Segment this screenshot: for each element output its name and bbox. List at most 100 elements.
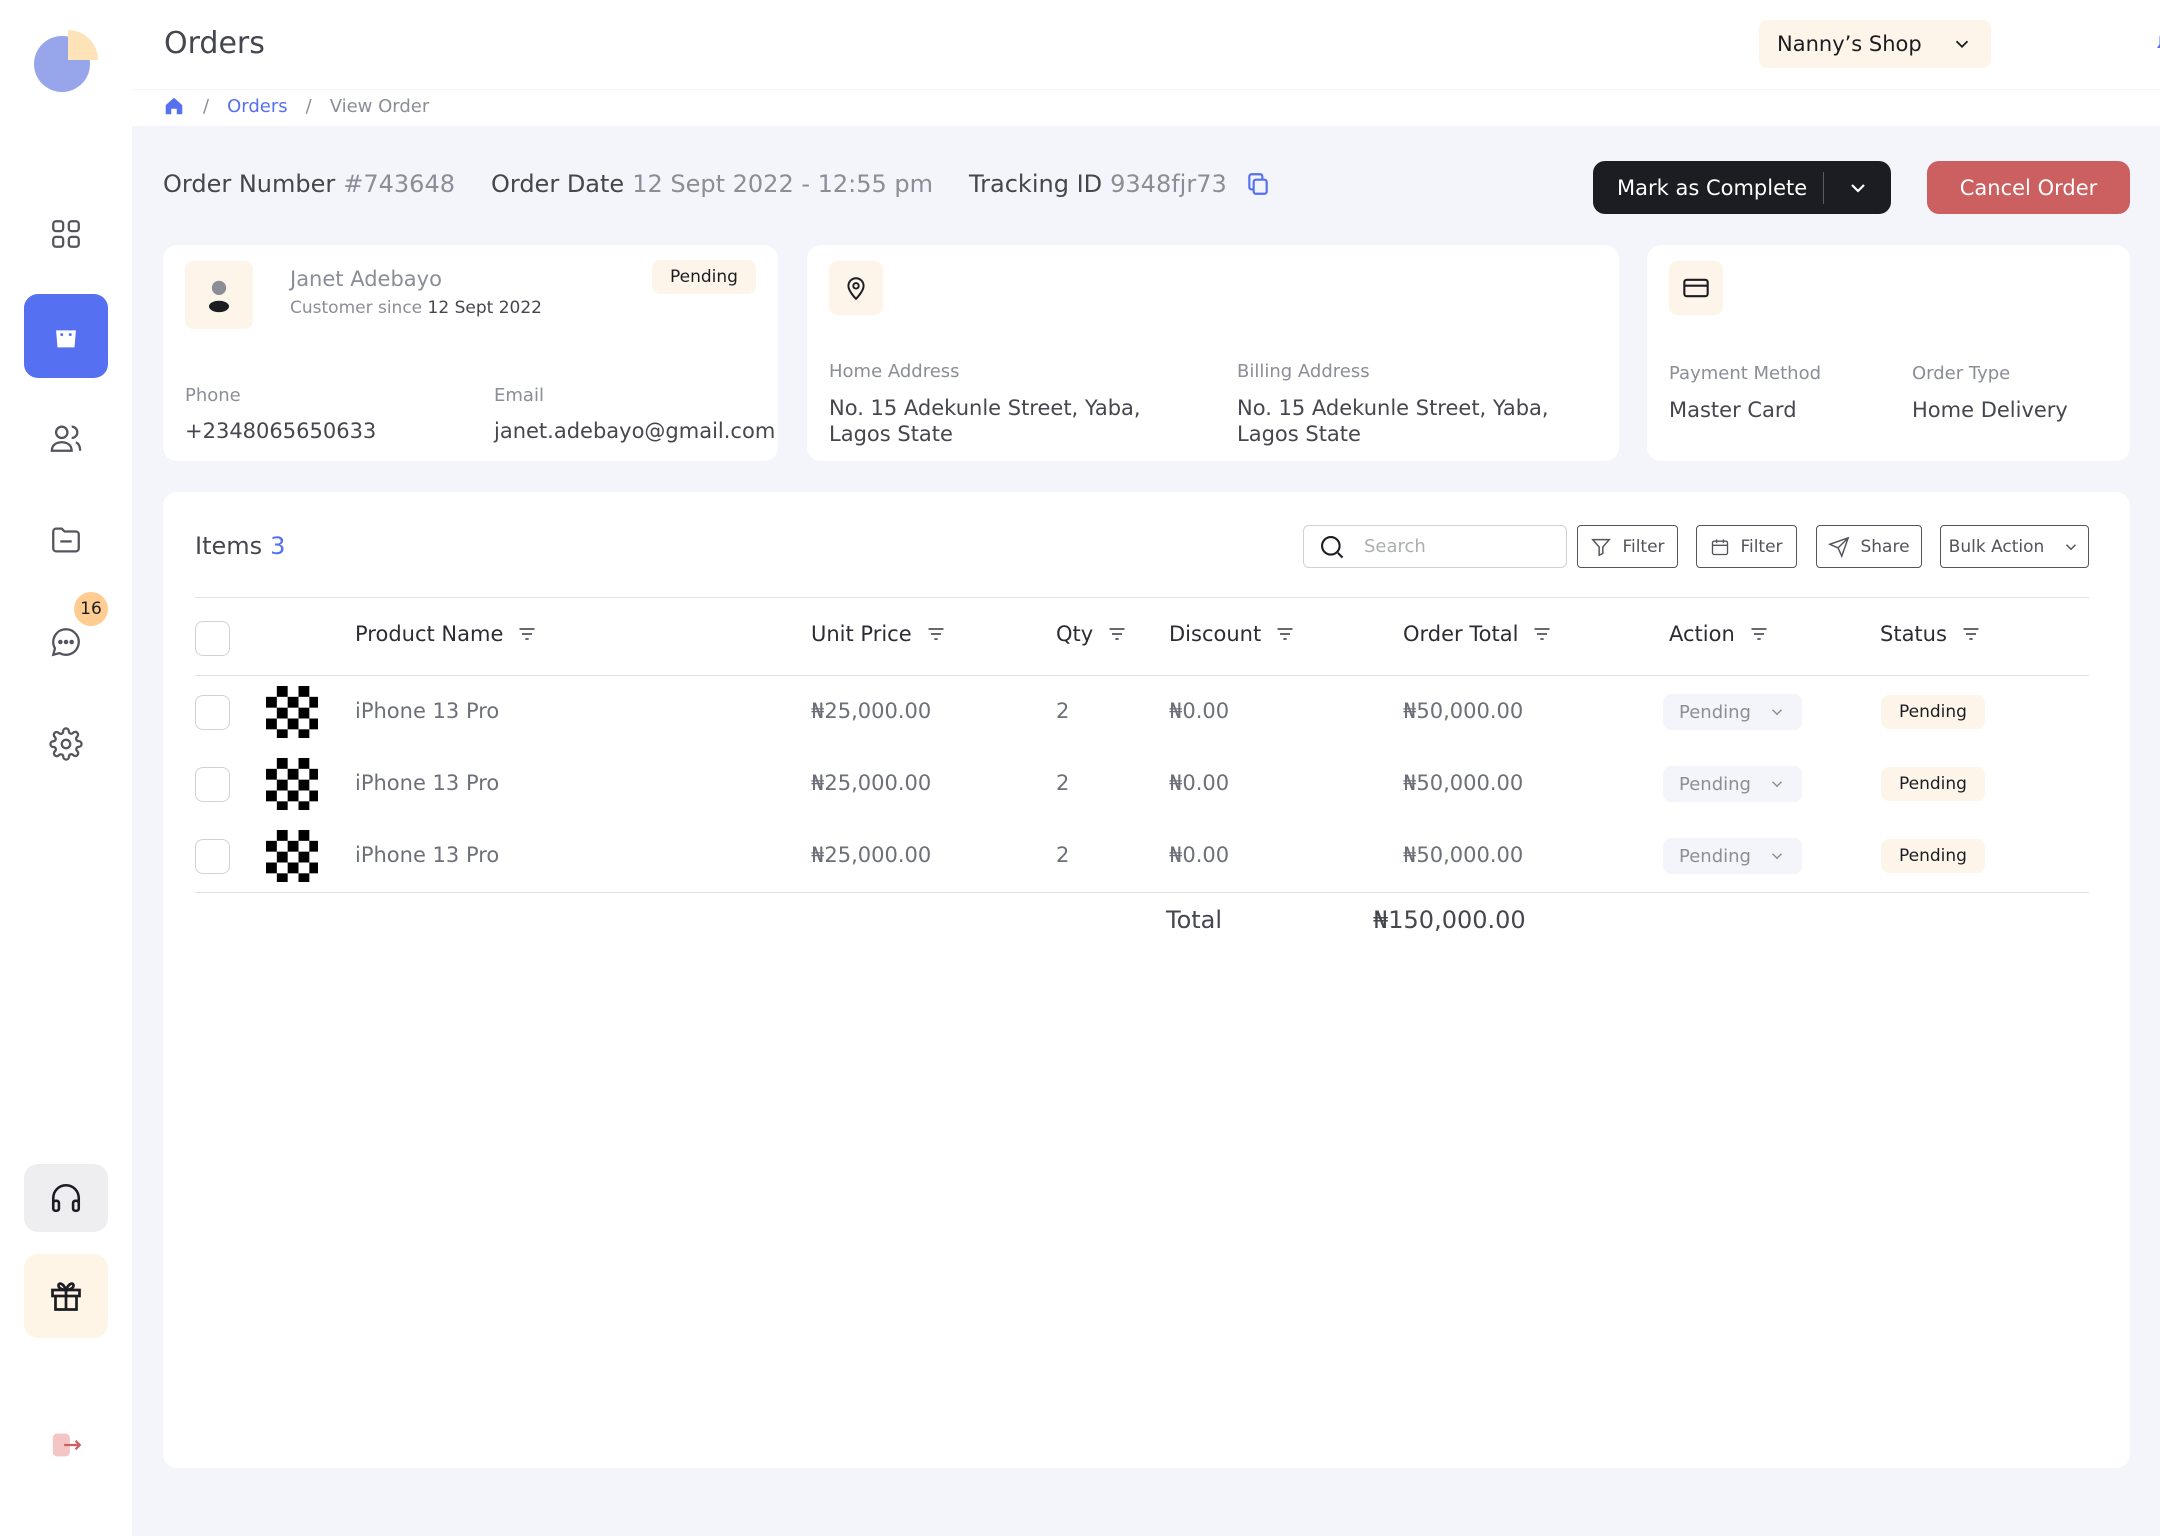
bulk-action-dropdown[interactable]: Bulk Action (1940, 525, 2089, 568)
breadcrumb-separator: / (305, 95, 312, 117)
customer-name: Janet Adebayo (290, 267, 442, 291)
home-address-label: Home Address (829, 361, 960, 382)
home-address-line2: Lagos State (829, 422, 953, 446)
payment-method-label: Payment Method (1669, 363, 1822, 384)
col-label: Order Total (1403, 622, 1519, 646)
action-value: Pending (1679, 701, 1751, 723)
email-value: janet.adebayo@gmail.com (494, 419, 776, 443)
dashboard-grid-icon (52, 220, 80, 248)
gift-button[interactable] (24, 1254, 108, 1338)
sidebar-item-customers[interactable] (24, 396, 108, 480)
address-card: Home Address No. 15 Adekunle Street, Yab… (807, 245, 1619, 461)
items-count: 3 (270, 532, 286, 560)
chevron-down-icon (1955, 40, 1969, 49)
row-checkbox[interactable] (195, 767, 230, 802)
payment-icon-tile (1669, 261, 1723, 315)
col-label: Product Name (355, 622, 504, 646)
mark-complete-dropdown[interactable] (1824, 176, 1891, 200)
support-button[interactable] (24, 1164, 108, 1232)
status-badge: Pending (1881, 695, 1985, 729)
select-all-checkbox[interactable] (195, 621, 230, 656)
sort-icon (1534, 628, 1550, 640)
table-bottom-divider (195, 892, 2089, 893)
shop-name: Nanny’s Shop (1777, 32, 1922, 56)
col-status[interactable]: Status (1880, 622, 1981, 646)
cancel-order-button[interactable]: Cancel Order (1927, 161, 2130, 214)
search-icon (1321, 535, 1344, 558)
search-input[interactable]: Search (1303, 525, 1567, 568)
items-title-label: Items (195, 532, 263, 560)
folder-icon (52, 527, 80, 553)
total-label: Total (1166, 906, 1223, 934)
customer-since: Customer since 12 Sept 2022 (290, 298, 542, 318)
billing-address-label: Billing Address (1237, 361, 1370, 382)
tracking-id-label: Tracking ID (969, 170, 1103, 198)
col-unit-price[interactable]: Unit Price (811, 622, 946, 646)
customer-avatar (185, 261, 253, 329)
notification-bell-icon[interactable] (2152, 28, 2160, 58)
share-button-label: Share (1860, 536, 1910, 557)
credit-card-icon (1683, 278, 1709, 298)
filter-button[interactable]: Filter (1577, 525, 1678, 568)
col-order-total[interactable]: Order Total (1403, 622, 1552, 646)
col-action[interactable]: Action (1669, 622, 1769, 646)
sidebar-item-settings[interactable] (24, 702, 108, 786)
home-icon[interactable] (163, 95, 185, 117)
col-label: Discount (1169, 622, 1262, 646)
settings-gear-icon (49, 727, 83, 761)
sort-icon (1109, 628, 1125, 640)
qty: 2 (1056, 699, 1070, 723)
discount: ₦0.00 (1169, 771, 1230, 795)
order-date: Order Date 12 Sept 2022 - 12:55 pm (491, 170, 933, 198)
gift-icon (51, 1282, 81, 1311)
mark-complete-button[interactable]: Mark as Complete (1593, 161, 1891, 214)
address-icon-tile (829, 261, 883, 315)
order-type-value: Home Delivery (1912, 398, 2068, 422)
sidebar-item-inventory[interactable] (24, 498, 108, 582)
share-button[interactable]: Share (1816, 525, 1922, 568)
col-discount[interactable]: Discount (1169, 622, 1295, 646)
col-label: Action (1669, 622, 1735, 646)
col-qty[interactable]: Qty (1056, 622, 1127, 646)
order-meta: Order Number #743648 Order Date 12 Sept … (163, 170, 1271, 198)
discount: ₦0.00 (1169, 699, 1230, 723)
col-label: Qty (1056, 622, 1094, 646)
row-checkbox[interactable] (195, 695, 230, 730)
app-logo[interactable] (32, 26, 100, 94)
unit-price: ₦25,000.00 (811, 843, 932, 867)
action-select[interactable]: Pending (1663, 838, 1802, 874)
product-name: iPhone 13 Pro (355, 771, 500, 795)
copy-icon[interactable] (1245, 171, 1271, 197)
tracking-id: Tracking ID 9348fjr73 (969, 170, 1271, 198)
row-checkbox[interactable] (195, 839, 230, 874)
sidebar-item-conversations[interactable]: 16 (24, 592, 108, 684)
action-select[interactable]: Pending (1663, 766, 1802, 802)
breadcrumb: / Orders / View Order (163, 95, 429, 117)
calendar-icon (1712, 539, 1729, 555)
sidebar-item-dashboard[interactable] (24, 192, 108, 276)
sort-icon (1277, 628, 1293, 640)
sort-icon (928, 628, 944, 640)
search-placeholder: Search (1364, 536, 1426, 557)
payment-method-value: Master Card (1669, 398, 1797, 422)
order-total: ₦50,000.00 (1403, 843, 1524, 867)
sidebar-item-orders[interactable] (24, 294, 108, 378)
customer-status-badge: Pending (652, 260, 756, 294)
logout-button[interactable] (50, 1428, 84, 1462)
shop-selector[interactable]: Nanny’s Shop (1759, 20, 1991, 68)
mark-complete-label: Mark as Complete (1617, 175, 1808, 200)
send-icon (1828, 536, 1850, 558)
phone-label: Phone (185, 385, 241, 406)
date-filter-button[interactable]: Filter (1696, 525, 1797, 568)
date-filter-label: Filter (1740, 536, 1783, 557)
breadcrumb-separator: / (203, 95, 210, 117)
billing-address-line1: No. 15 Adekunle Street, Yaba, (1237, 396, 1549, 420)
col-product-name[interactable]: Product Name (355, 622, 537, 646)
breadcrumb-orders[interactable]: Orders (227, 96, 288, 117)
chevron-down-icon (2066, 543, 2077, 550)
action-select[interactable]: Pending (1663, 694, 1802, 730)
payment-card: Payment Method Master Card Order Type Ho… (1647, 245, 2130, 461)
col-label: Status (1880, 622, 1947, 646)
product-thumbnail (266, 686, 318, 738)
table-top-divider (195, 597, 2089, 598)
